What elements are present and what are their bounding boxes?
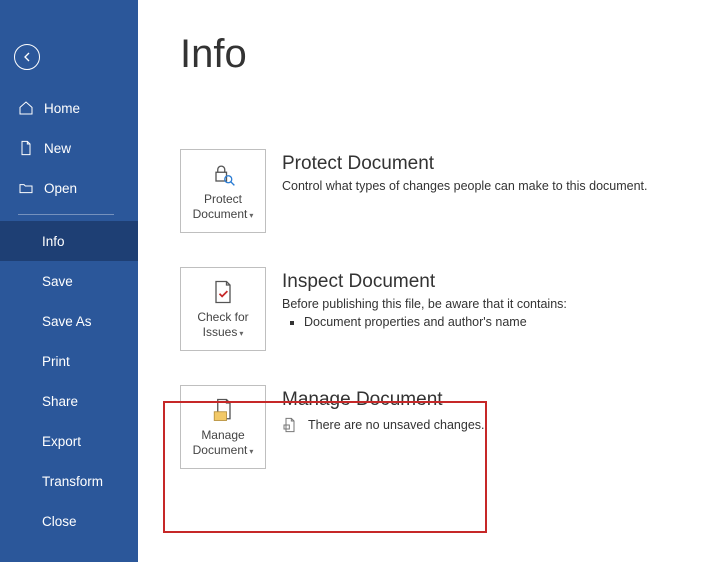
dropdown-caret-icon: ▾ bbox=[239, 329, 243, 338]
page-title: Info bbox=[180, 32, 712, 77]
sidebar-item-print[interactable]: Print bbox=[0, 341, 138, 381]
document-folder-icon bbox=[209, 396, 237, 424]
manage-document-section: Manage Document▾ Manage Document There a… bbox=[180, 385, 712, 469]
document-check-icon bbox=[209, 278, 237, 306]
protect-title: Protect Document bbox=[282, 153, 648, 175]
protect-desc: Control what types of changes people can… bbox=[282, 179, 648, 193]
sidebar-divider bbox=[18, 214, 114, 215]
file-icon bbox=[18, 140, 34, 156]
inspect-issue-text: Document properties and author's name bbox=[304, 315, 527, 329]
folder-open-icon bbox=[18, 180, 34, 196]
manage-document-button[interactable]: Manage Document▾ bbox=[180, 385, 266, 469]
dropdown-caret-icon: ▾ bbox=[249, 211, 253, 220]
sidebar-item-save[interactable]: Save bbox=[0, 261, 138, 301]
sidebar-item-label: Save bbox=[42, 274, 73, 289]
sidebar-item-label: New bbox=[44, 141, 71, 156]
sidebar-item-label: Close bbox=[42, 514, 77, 529]
sidebar-item-new[interactable]: New bbox=[0, 128, 138, 168]
sidebar-item-export[interactable]: Export bbox=[0, 421, 138, 461]
sidebar-item-open[interactable]: Open bbox=[0, 168, 138, 208]
manage-status-row: There are no unsaved changes. bbox=[282, 417, 485, 433]
sidebar-item-label: Info bbox=[42, 234, 65, 249]
sidebar-item-close[interactable]: Close bbox=[0, 501, 138, 541]
sidebar-item-share[interactable]: Share bbox=[0, 381, 138, 421]
sidebar-item-transform[interactable]: Transform bbox=[0, 461, 138, 501]
lock-search-icon bbox=[209, 160, 237, 188]
sidebar-item-label: Export bbox=[42, 434, 81, 449]
inspect-issues-list: Document properties and author's name bbox=[282, 315, 567, 329]
dropdown-caret-icon: ▾ bbox=[249, 447, 253, 456]
inspect-desc: Before publishing this file, be aware th… bbox=[282, 297, 567, 311]
manage-status-text: There are no unsaved changes. bbox=[308, 418, 485, 432]
sidebar-item-info[interactable]: Info bbox=[0, 221, 138, 261]
info-panel: Info Protect Document▾ Protect Document … bbox=[138, 0, 712, 562]
sidebar-item-home[interactable]: Home bbox=[0, 88, 138, 128]
sidebar-item-label: Transform bbox=[42, 474, 103, 489]
inspect-document-section: Check for Issues▾ Inspect Document Befor… bbox=[180, 267, 712, 351]
manage-title: Manage Document bbox=[282, 389, 485, 411]
check-for-issues-button[interactable]: Check for Issues▾ bbox=[180, 267, 266, 351]
protect-document-button[interactable]: Protect Document▾ bbox=[180, 149, 266, 233]
unsaved-doc-icon bbox=[282, 417, 298, 433]
back-button[interactable] bbox=[14, 44, 40, 70]
tile-label: Protect Document bbox=[193, 192, 248, 221]
back-arrow-icon bbox=[19, 49, 35, 65]
sidebar-item-label: Share bbox=[42, 394, 78, 409]
protect-document-section: Protect Document▾ Protect Document Contr… bbox=[180, 149, 712, 233]
sidebar-item-label: Open bbox=[44, 181, 77, 196]
home-icon bbox=[18, 100, 34, 116]
backstage-sidebar: Home New Open Info Save Save As Print Sh… bbox=[0, 0, 138, 562]
inspect-issue-item: Document properties and author's name bbox=[304, 315, 567, 329]
sidebar-item-save-as[interactable]: Save As bbox=[0, 301, 138, 341]
sidebar-item-label: Print bbox=[42, 354, 70, 369]
sidebar-item-label: Save As bbox=[42, 314, 92, 329]
tile-label: Manage Document bbox=[193, 428, 248, 457]
sidebar-item-label: Home bbox=[44, 101, 80, 116]
inspect-title: Inspect Document bbox=[282, 271, 567, 293]
